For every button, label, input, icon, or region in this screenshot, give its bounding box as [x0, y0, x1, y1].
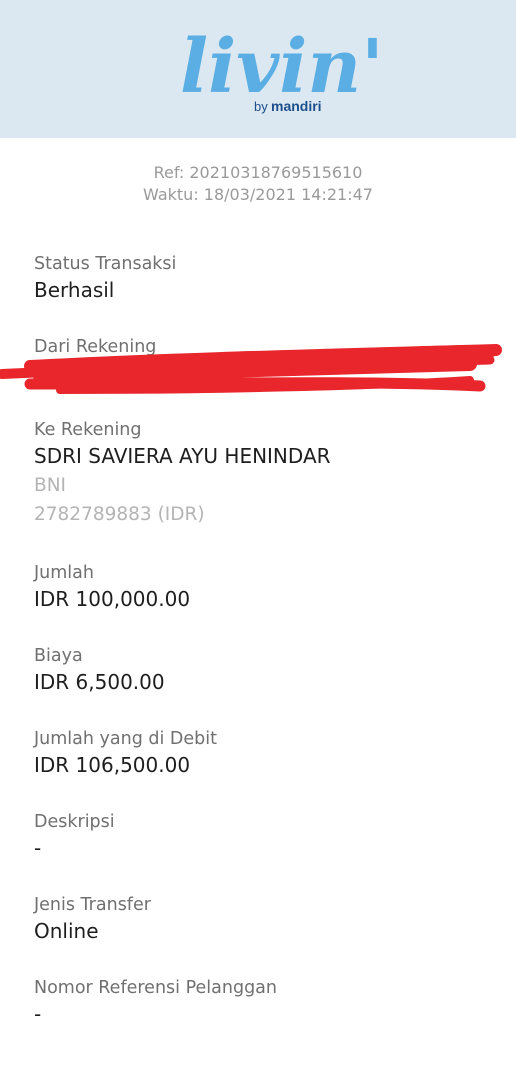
debited-label: Jumlah yang di Debit: [34, 729, 217, 749]
field-customer-ref: Nomor Referensi Pelanggan -: [34, 976, 494, 1059]
description-label: Deskripsi: [34, 812, 115, 832]
to-account-bank: BNI: [34, 475, 66, 496]
app-header: livin' by mandiri: [0, 0, 516, 138]
customer-ref-value: -: [34, 1002, 42, 1026]
transaction-time: Waktu: 18/03/2021 14:21:47: [143, 185, 373, 204]
customer-ref-label: Nomor Referensi Pelanggan: [34, 978, 277, 998]
transfer-type-value: Online: [34, 919, 99, 943]
logo-by-text: by: [254, 99, 268, 114]
description-value: -: [34, 836, 42, 860]
amount-label: Jumlah: [34, 563, 94, 583]
reference-number: Ref: 20210318769515610: [153, 163, 363, 182]
field-fee: Biaya IDR 6,500.00: [34, 644, 494, 727]
fee-label: Biaya: [34, 646, 83, 666]
receipt-meta: Ref: 20210318769515610 Waktu: 18/03/2021…: [0, 162, 516, 206]
to-account-name: SDRI SAVIERA AYU HENINDAR: [34, 444, 331, 468]
livin-mandiri-logo: livin' by mandiri: [0, 0, 516, 138]
transfer-type-label: Jenis Transfer: [34, 895, 151, 915]
field-description: Deskripsi -: [34, 810, 494, 893]
redaction-scribble: [0, 340, 516, 410]
field-transfer-type: Jenis Transfer Online: [34, 893, 494, 976]
field-amount: Jumlah IDR 100,000.00: [34, 561, 494, 644]
logo-brand-text: mandiri: [271, 98, 322, 114]
status-value: Berhasil: [34, 278, 115, 302]
amount-value: IDR 100,000.00: [34, 587, 191, 611]
to-account-label: Ke Rekening: [34, 420, 142, 440]
field-to-account: Ke Rekening SDRI SAVIERA AYU HENINDAR BN…: [34, 418, 494, 561]
status-label: Status Transaksi: [34, 254, 177, 274]
to-account-number: 2782789883 (IDR): [34, 504, 205, 525]
fee-value: IDR 6,500.00: [34, 670, 165, 694]
field-debited: Jumlah yang di Debit IDR 106,500.00: [34, 727, 494, 810]
debited-value: IDR 106,500.00: [34, 753, 191, 777]
field-status: Status Transaksi Berhasil: [34, 252, 494, 335]
